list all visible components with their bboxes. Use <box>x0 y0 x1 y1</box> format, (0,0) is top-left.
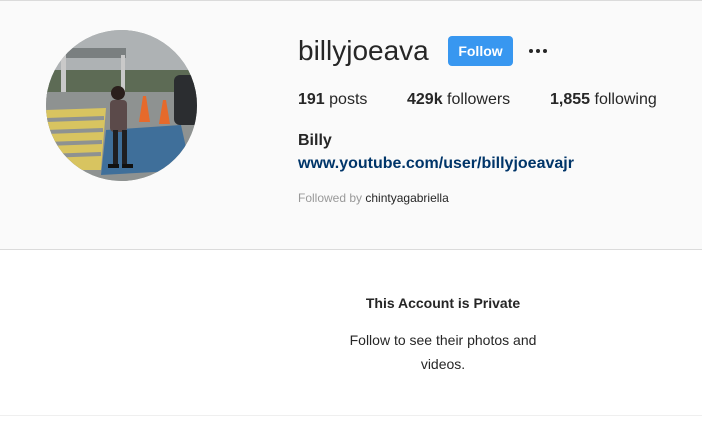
profile-full-name: Billy <box>298 132 332 149</box>
profile-website-link[interactable]: www.youtube.com/user/billyjoeavajr <box>298 154 574 174</box>
followed-by-prefix: Followed by <box>298 191 363 205</box>
private-account-title: This Account is Private <box>365 295 521 311</box>
followers-label: followers <box>447 91 511 108</box>
more-dot <box>543 49 547 53</box>
followed-by-user[interactable]: chintyagabriella <box>365 191 448 205</box>
following-label: following <box>594 91 657 108</box>
profile-username: billyjoeava <box>298 35 429 66</box>
avatar-photo <box>46 30 197 181</box>
stat-posts: 191 posts <box>298 90 367 110</box>
private-account-subtitle: Follow to see their photos and videos. <box>349 332 537 372</box>
posts-count: 191 <box>298 91 325 108</box>
stat-following[interactable]: 1,855 following <box>550 90 657 110</box>
more-dot <box>536 49 540 53</box>
follow-button[interactable]: Follow <box>448 36 513 66</box>
profile-avatar[interactable] <box>46 30 197 181</box>
stat-followers[interactable]: 429k followers <box>407 90 510 110</box>
more-dot <box>529 49 533 53</box>
followed-by: Followed by chintyagabriella <box>298 191 449 205</box>
followers-count: 429k <box>407 91 443 108</box>
posts-label: posts <box>329 91 368 108</box>
divider <box>0 415 702 416</box>
more-options-icon[interactable] <box>526 40 550 62</box>
following-count: 1,855 <box>550 91 591 108</box>
